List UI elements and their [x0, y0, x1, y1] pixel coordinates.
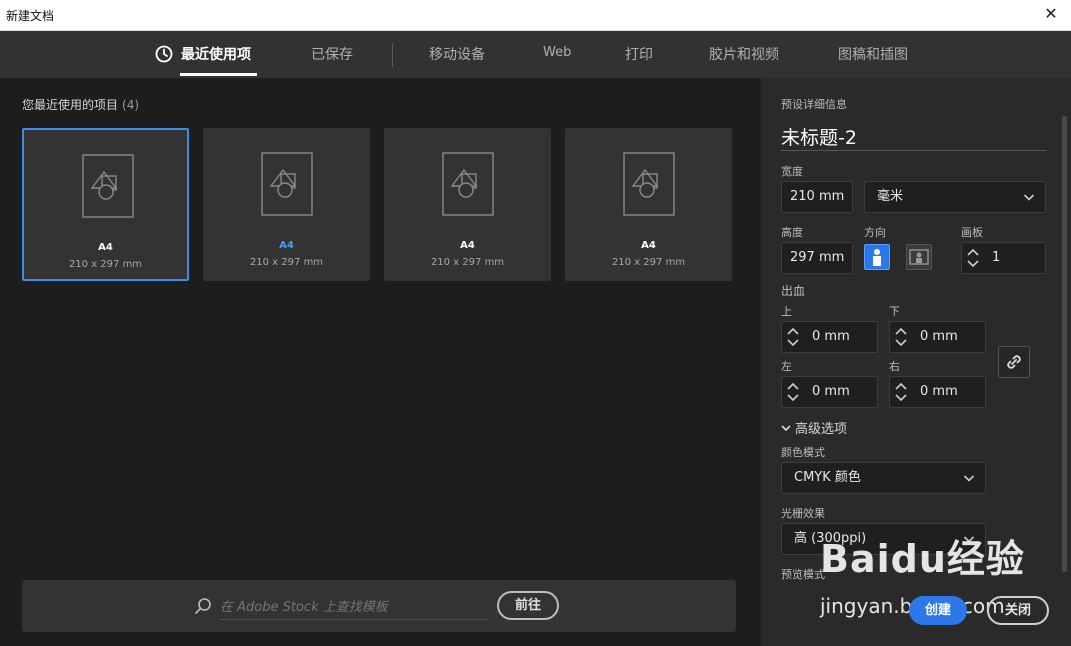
chevron-down-icon: [963, 475, 975, 482]
document-name-field[interactable]: 未标题-2: [781, 123, 1046, 151]
preset-card[interactable]: A4 210 x 297 mm: [384, 128, 551, 281]
bleed-right-value: 0 mm: [920, 384, 958, 399]
stepper-arrows-icon[interactable]: [894, 381, 908, 403]
landscape-icon: [909, 249, 929, 265]
raster-effects-select[interactable]: 高 (300ppi): [781, 523, 986, 555]
preset-section-title: 预设详细信息: [781, 98, 847, 111]
unit-value: 毫米: [877, 189, 904, 204]
document-shapes-icon: [442, 152, 494, 216]
preset-name: A4: [641, 240, 656, 251]
stock-search-input[interactable]: [220, 590, 488, 620]
title-bar: 新建文档 ✕: [0, 0, 1071, 31]
new-document-dialog: 新建文档 ✕ 最近使用项 已保存 移动设备 Web 打印 胶片和视频 图稿和插图…: [0, 0, 1071, 646]
bleed-left-label: 左: [781, 360, 792, 373]
preview-mode-label: 预览模式: [781, 568, 825, 581]
active-tab-indicator: [180, 73, 257, 76]
search-icon: [195, 598, 211, 614]
bleed-top-stepper[interactable]: 0 mm: [781, 321, 878, 353]
advanced-options-label: 高级选项: [795, 422, 848, 437]
tab-recent[interactable]: 最近使用项: [181, 44, 251, 64]
preset-size: 210 x 297 mm: [430, 257, 505, 268]
close-button[interactable]: 关闭: [987, 596, 1049, 625]
height-label: 高度: [781, 226, 803, 239]
preset-name: A4: [279, 240, 294, 251]
bleed-top-label: 上: [781, 305, 792, 318]
orientation-label: 方向: [864, 226, 886, 239]
tab-divider: [392, 43, 393, 67]
color-mode-select[interactable]: CMYK 颜色: [781, 462, 986, 494]
color-mode-label: 颜色模式: [781, 446, 825, 459]
preset-size: 210 x 297 mm: [611, 257, 686, 268]
preset-card[interactable]: A4 210 x 297 mm: [203, 128, 370, 281]
bleed-right-label: 右: [889, 360, 900, 373]
preset-name: A4: [98, 242, 113, 253]
portrait-icon: [873, 249, 881, 266]
bleed-top-value: 0 mm: [812, 329, 850, 344]
preset-card[interactable]: A4 210 x 297 mm: [565, 128, 732, 281]
stepper-arrows-icon[interactable]: [966, 247, 980, 269]
go-button[interactable]: 前往: [497, 591, 559, 620]
portrait-orientation-button[interactable]: [864, 244, 890, 270]
recent-count: (4): [122, 98, 140, 112]
tab-mobile[interactable]: 移动设备: [429, 44, 485, 64]
bleed-left-stepper[interactable]: 0 mm: [781, 376, 878, 408]
tab-art-illustration[interactable]: 图稿和插图: [838, 44, 908, 64]
link-icon: [1007, 355, 1021, 369]
link-bleed-button[interactable]: [998, 346, 1030, 378]
tab-web[interactable]: Web: [543, 45, 571, 60]
recent-title-text: 您最近使用的项目: [22, 98, 119, 112]
artboards-value: 1: [992, 250, 1001, 265]
unit-select[interactable]: 毫米: [864, 181, 1046, 213]
bleed-left-value: 0 mm: [812, 384, 850, 399]
width-label: 宽度: [781, 165, 803, 178]
chevron-down-icon: [1023, 194, 1035, 201]
clock-icon: [155, 45, 173, 63]
artboards-label: 画板: [961, 226, 983, 239]
window-title: 新建文档: [6, 9, 55, 23]
document-shapes-icon: [261, 152, 313, 216]
preset-details-panel: 预设详细信息 未标题-2 宽度 210 mm 毫米 高度 297 mm 方向 画…: [760, 78, 1071, 646]
stepper-arrows-icon[interactable]: [786, 326, 800, 348]
create-button[interactable]: 创建: [909, 596, 967, 625]
bleed-bottom-value: 0 mm: [920, 329, 958, 344]
tab-print[interactable]: 打印: [625, 44, 653, 64]
tab-film-video[interactable]: 胶片和视频: [709, 44, 779, 64]
document-shapes-icon: [623, 152, 675, 216]
recent-section-title: 您最近使用的项目 (4): [22, 96, 139, 113]
advanced-options-toggle[interactable]: 高级选项: [781, 418, 847, 437]
preset-card[interactable]: A4 210 x 297 mm: [22, 128, 189, 281]
stepper-arrows-icon[interactable]: [894, 326, 908, 348]
preset-size: 210 x 297 mm: [249, 257, 324, 268]
stepper-arrows-icon[interactable]: [786, 381, 800, 403]
bleed-bottom-label: 下: [889, 305, 900, 318]
close-icon[interactable]: ✕: [1041, 4, 1061, 24]
chevron-down-icon: [781, 425, 791, 432]
stock-search-bar: 前往: [22, 580, 736, 632]
preset-name: A4: [460, 240, 475, 251]
landscape-orientation-button[interactable]: [906, 244, 932, 270]
raster-effects-value: 高 (300ppi): [794, 531, 867, 546]
document-shapes-icon: [82, 154, 134, 218]
bleed-right-stepper[interactable]: 0 mm: [889, 376, 986, 408]
preset-size: 210 x 297 mm: [68, 259, 143, 270]
bleed-bottom-stepper[interactable]: 0 mm: [889, 321, 986, 353]
chevron-down-icon: [963, 536, 975, 543]
bleed-label: 出血: [781, 284, 806, 298]
height-field[interactable]: 297 mm: [781, 242, 853, 274]
width-field[interactable]: 210 mm: [781, 181, 853, 213]
panel-scrollbar[interactable]: [1062, 116, 1067, 572]
recent-items-area: 您最近使用的项目 (4) A4 210 x 297 mm A4 210 x 297…: [0, 78, 760, 646]
color-mode-value: CMYK 颜色: [794, 470, 861, 485]
artboards-stepper[interactable]: 1: [961, 242, 1046, 274]
raster-effects-label: 光栅效果: [781, 507, 825, 520]
tab-saved[interactable]: 已保存: [311, 44, 353, 64]
